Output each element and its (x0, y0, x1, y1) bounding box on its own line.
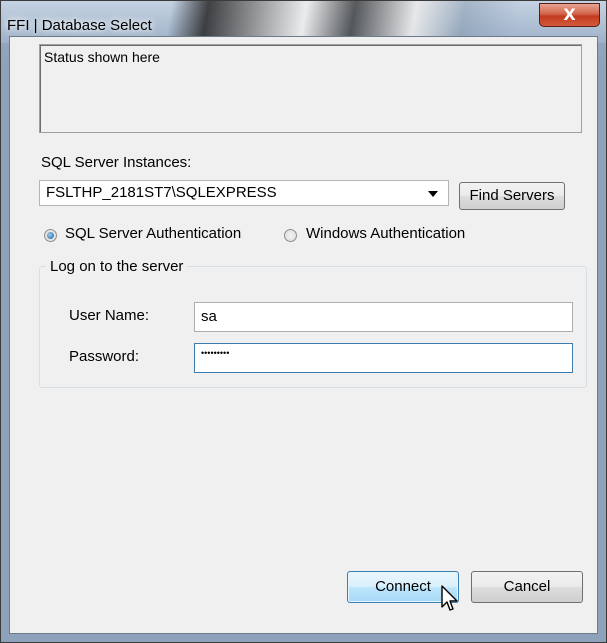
close-icon: X (563, 5, 576, 24)
sql-auth-radio[interactable] (44, 229, 57, 242)
chevron-down-icon[interactable] (428, 191, 438, 197)
connect-label: Connect (375, 578, 431, 595)
cancel-label: Cancel (503, 578, 551, 595)
username-label: User Name: (69, 307, 150, 324)
password-label: Password: (69, 348, 140, 365)
mouse-pointer-icon (441, 585, 458, 611)
cancel-button[interactable]: Cancel (471, 571, 583, 603)
password-input[interactable]: ••••••••• (194, 343, 573, 373)
username-value: sa (201, 308, 217, 325)
dialog-window: FFI | Database Select X Status shown her… (0, 0, 607, 643)
close-button[interactable]: X (539, 3, 600, 27)
password-value: ••••••••• (201, 348, 230, 358)
status-panel: Status shown here (39, 44, 582, 133)
find-servers-button[interactable]: Find Servers (459, 182, 565, 210)
server-instances-label: SQL Server Instances: (41, 154, 192, 171)
windows-auth-label[interactable]: Windows Authentication (306, 225, 465, 242)
server-instance-value: FSLTHP_2181ST7\SQLEXPRESS (46, 184, 277, 201)
server-instance-dropdown[interactable]: FSLTHP_2181ST7\SQLEXPRESS (39, 180, 449, 206)
find-servers-label: Find Servers (469, 187, 555, 204)
dialog-body: Status shown here SQL Server Instances: … (9, 36, 598, 634)
status-text: Status shown here (44, 49, 160, 65)
username-input[interactable]: sa (194, 302, 573, 332)
sql-auth-label[interactable]: SQL Server Authentication (65, 225, 241, 242)
window-title: FFI | Database Select (7, 17, 152, 34)
windows-auth-radio[interactable] (284, 229, 297, 242)
logon-group-title: Log on to the server (46, 258, 188, 275)
